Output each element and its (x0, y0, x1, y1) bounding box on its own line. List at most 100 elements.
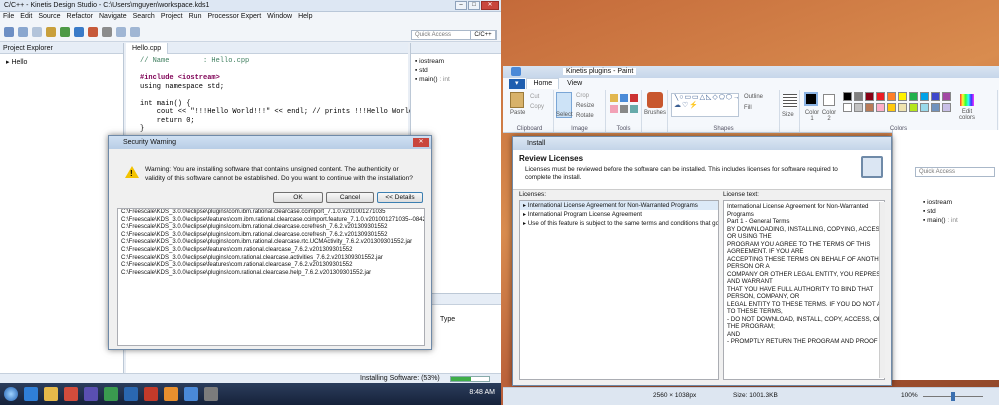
outline-item[interactable]: ▪ std (415, 66, 497, 75)
new-icon[interactable] (4, 27, 14, 37)
menu-source[interactable]: Source (35, 12, 63, 22)
color-swatch[interactable] (843, 92, 852, 101)
menu-refactor[interactable]: Refactor (64, 12, 96, 22)
color-swatch[interactable] (909, 103, 918, 112)
maximize-button[interactable]: □ (468, 1, 480, 10)
file-list-item[interactable]: C:\Freescale\KDS_3.0.0\eclipse\plugins\c… (118, 239, 424, 247)
save-icon[interactable] (17, 27, 28, 37)
code-editor[interactable]: // Name : Hello.cpp #include <iostream> u… (126, 54, 426, 134)
color-swatch[interactable] (854, 103, 863, 112)
menu-search[interactable]: Search (130, 12, 158, 22)
firefox-icon[interactable] (163, 387, 178, 401)
menu-window[interactable]: Window (264, 12, 295, 22)
text-icon[interactable] (630, 94, 638, 102)
fill-icon[interactable] (620, 94, 628, 102)
file-list-item[interactable]: C:\Freescale\KDS_3.0.0\eclipse\features\… (118, 217, 424, 225)
outline-item[interactable]: ▪ iostream (415, 57, 497, 66)
color-swatch[interactable] (942, 103, 951, 112)
cancel-button[interactable]: Cancel (326, 192, 374, 203)
word-icon[interactable] (123, 387, 138, 401)
license-item[interactable]: ▸ Use of this feature is subject to the … (520, 219, 718, 228)
license-text-scrollbar[interactable] (879, 202, 885, 378)
tab-view[interactable]: View (561, 79, 588, 89)
outline-item[interactable]: ▪ std (923, 207, 958, 216)
cut-button[interactable]: Cut (530, 94, 539, 100)
print-icon[interactable] (31, 27, 42, 37)
color-swatch[interactable] (876, 92, 885, 101)
app-icon[interactable] (103, 387, 118, 401)
close-button[interactable]: ✕ (481, 1, 499, 10)
file-list-item[interactable]: C:\Freescale\KDS_3.0.0\eclipse\features\… (118, 262, 424, 270)
copy-button[interactable]: Copy (530, 104, 544, 110)
brushes-icon[interactable] (647, 92, 663, 108)
tab-hello-cpp[interactable]: Hello.cpp (126, 43, 169, 54)
file-list-item[interactable]: C:\Freescale\KDS_3.0.0\eclipse\features\… (118, 247, 424, 255)
file-list-item[interactable]: C:\Freescale\KDS_3.0.0\eclipse\plugins\c… (118, 232, 424, 240)
edit-colors-icon[interactable] (960, 94, 974, 106)
file-list-item[interactable]: C:\Freescale\KDS_3.0.0\eclipse\plugins\c… (118, 270, 424, 278)
run-icon[interactable] (59, 27, 70, 37)
color-swatch[interactable] (920, 92, 929, 101)
search-icon[interactable] (101, 27, 112, 37)
menu-navigate[interactable]: Navigate (96, 12, 130, 22)
project-hello[interactable]: Hello (11, 59, 27, 66)
color-swatch[interactable] (876, 103, 885, 112)
color-swatch[interactable] (942, 92, 951, 101)
color-swatch[interactable] (898, 103, 907, 112)
dialog-close-icon[interactable]: ✕ (413, 138, 429, 147)
edit-colors-button[interactable]: Edit colors (954, 109, 980, 121)
color-swatch[interactable] (920, 103, 929, 112)
licenses-list[interactable]: ▸ International License Agreement for No… (519, 200, 719, 380)
eclipse-icon[interactable] (83, 387, 98, 401)
color2-swatch[interactable] (823, 94, 835, 106)
pencil-icon[interactable] (610, 94, 618, 102)
license-text-area[interactable]: International License Agreement for Non-… (723, 200, 885, 380)
build-icon[interactable] (45, 27, 56, 37)
ie-icon[interactable] (23, 387, 38, 401)
eraser-icon[interactable] (610, 105, 618, 113)
outline-dropdown[interactable]: Outline (744, 94, 763, 100)
color-swatch[interactable] (843, 103, 852, 112)
magnifier-icon[interactable] (630, 105, 638, 113)
menu-file[interactable]: File (0, 12, 17, 22)
picker-icon[interactable] (620, 105, 628, 113)
stop-icon[interactable] (87, 27, 98, 37)
perspective-cpp-button[interactable]: C/C++ (470, 30, 496, 40)
license-item[interactable]: ▸ International License Agreement for No… (520, 201, 718, 210)
color1-swatch[interactable] (804, 92, 818, 106)
color-swatch[interactable] (887, 103, 896, 112)
explorer-icon[interactable] (43, 387, 58, 401)
file-list-item[interactable]: C:\Freescale\KDS_3.0.0\eclipse\plugins\c… (118, 224, 424, 232)
size-icon[interactable] (783, 94, 797, 108)
color-swatch[interactable] (887, 92, 896, 101)
back-icon[interactable] (115, 27, 126, 37)
file-list-item[interactable]: C:\Freescale\KDS_3.0.0\eclipse\plugins\c… (118, 255, 424, 263)
settings-icon[interactable] (203, 387, 218, 401)
rotate-button[interactable]: Rotate (576, 113, 594, 119)
outline-item[interactable]: ▪ iostream (923, 198, 958, 207)
project-explorer-title[interactable]: Project Explorer (0, 43, 123, 54)
paste-button[interactable]: Paste (510, 110, 525, 116)
forward-icon[interactable] (129, 27, 140, 37)
shapes-gallery[interactable]: ╲○▭▭△◺◇⬠⬡→←↑↓✦★✶☁♡⚡ (671, 93, 739, 117)
color-swatch[interactable] (898, 92, 907, 101)
fill-dropdown[interactable]: Fill (744, 105, 752, 111)
crop-button[interactable]: Crop (576, 93, 589, 99)
menu-run[interactable]: Run (186, 12, 205, 22)
resize-button[interactable]: Resize (576, 103, 594, 109)
license-item[interactable]: ▸ International Program License Agreemen… (520, 210, 718, 219)
menu-project[interactable]: Project (158, 12, 186, 22)
start-button-icon[interactable] (4, 387, 18, 401)
menu-edit[interactable]: Edit (17, 12, 35, 22)
media-icon[interactable] (63, 387, 78, 401)
right-quick-access-input[interactable]: Quick Access (915, 167, 995, 177)
zoom-slider-thumb[interactable] (951, 392, 955, 401)
menu-processor-expert[interactable]: Processor Expert (204, 12, 264, 22)
outline-item[interactable]: ▪ main() : int (923, 216, 958, 225)
paint-app-icon[interactable] (511, 67, 521, 76)
minimize-button[interactable]: – (455, 1, 467, 10)
color-swatch[interactable] (931, 103, 940, 112)
clock[interactable]: 8:48 AM (469, 389, 495, 396)
color-swatch[interactable] (931, 92, 940, 101)
color-swatch[interactable] (909, 92, 918, 101)
